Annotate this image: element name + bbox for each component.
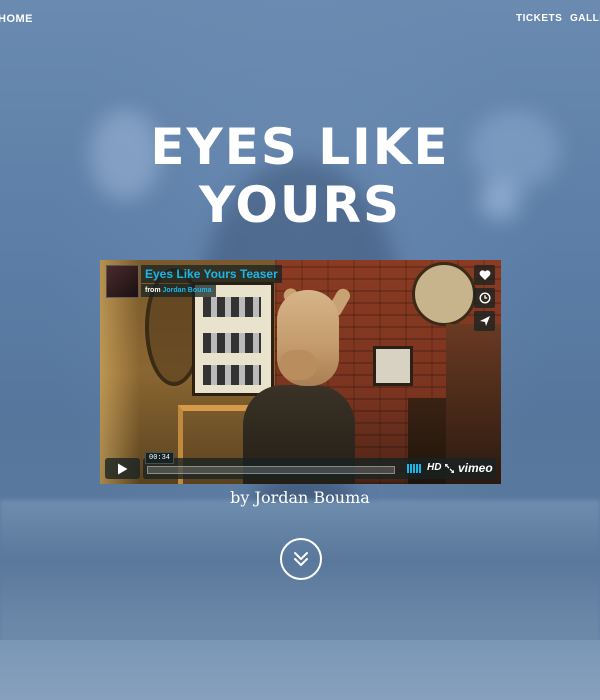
time-display: 00:34 xyxy=(145,452,175,464)
volume-bar xyxy=(416,464,418,473)
video-title[interactable]: Eyes Like Yours Teaser xyxy=(141,265,282,283)
video-scene-frame xyxy=(373,346,413,386)
top-nav: HOME TICKETS GALLERY xyxy=(0,0,600,40)
share-button[interactable] xyxy=(474,311,495,331)
video-scene-figure-snout xyxy=(279,350,317,380)
nav-tickets-link[interactable]: TICKETS xyxy=(516,13,562,24)
video-scene-poster-row xyxy=(203,365,261,385)
video-scene-clock xyxy=(412,262,476,326)
film-credit: by Jordan Bouma xyxy=(230,488,370,507)
video-byline: from Jordan Bouma xyxy=(141,284,216,297)
video-scene-poster-row xyxy=(203,297,261,317)
video-scene-poster xyxy=(192,282,274,396)
play-icon xyxy=(118,463,128,474)
author-avatar[interactable] xyxy=(106,265,139,298)
control-bar: HD vimeo xyxy=(143,458,496,479)
nav-home-link[interactable]: HOME xyxy=(0,13,33,25)
like-button[interactable] xyxy=(474,265,495,285)
clock-icon xyxy=(478,292,491,304)
vimeo-logo[interactable]: vimeo xyxy=(458,461,493,475)
fullscreen-icon[interactable] xyxy=(445,464,454,473)
page-title: EYES LIKE YOURS xyxy=(0,118,600,234)
video-controls: HD vimeo 00:34 xyxy=(105,452,496,479)
heart-icon xyxy=(479,270,490,280)
volume-bar xyxy=(407,464,409,473)
video-byline-prefix: from xyxy=(145,287,161,294)
page-title-line-2: YOURS xyxy=(198,176,402,234)
volume-bar xyxy=(419,464,421,473)
progress-bar[interactable] xyxy=(147,466,395,474)
video-author-link[interactable]: Jordan Bouma xyxy=(163,287,212,294)
send-icon xyxy=(479,316,490,326)
scroll-down-button[interactable] xyxy=(280,538,322,580)
video-scene-poster-row xyxy=(203,333,261,353)
volume-bar xyxy=(413,464,415,473)
watch-later-button[interactable] xyxy=(474,288,495,308)
nav-gallery-link[interactable]: GALLERY xyxy=(570,13,600,24)
double-chevron-down-icon xyxy=(294,552,308,566)
video-player[interactable]: Eyes Like Yours Teaser from Jordan Bouma xyxy=(100,260,501,484)
background-table-edge xyxy=(0,640,600,700)
volume-bar xyxy=(410,464,412,473)
play-button[interactable] xyxy=(105,458,140,479)
page-title-line-1: EYES LIKE xyxy=(150,118,450,176)
hd-toggle[interactable]: HD xyxy=(427,462,441,474)
volume-control[interactable] xyxy=(407,464,423,473)
